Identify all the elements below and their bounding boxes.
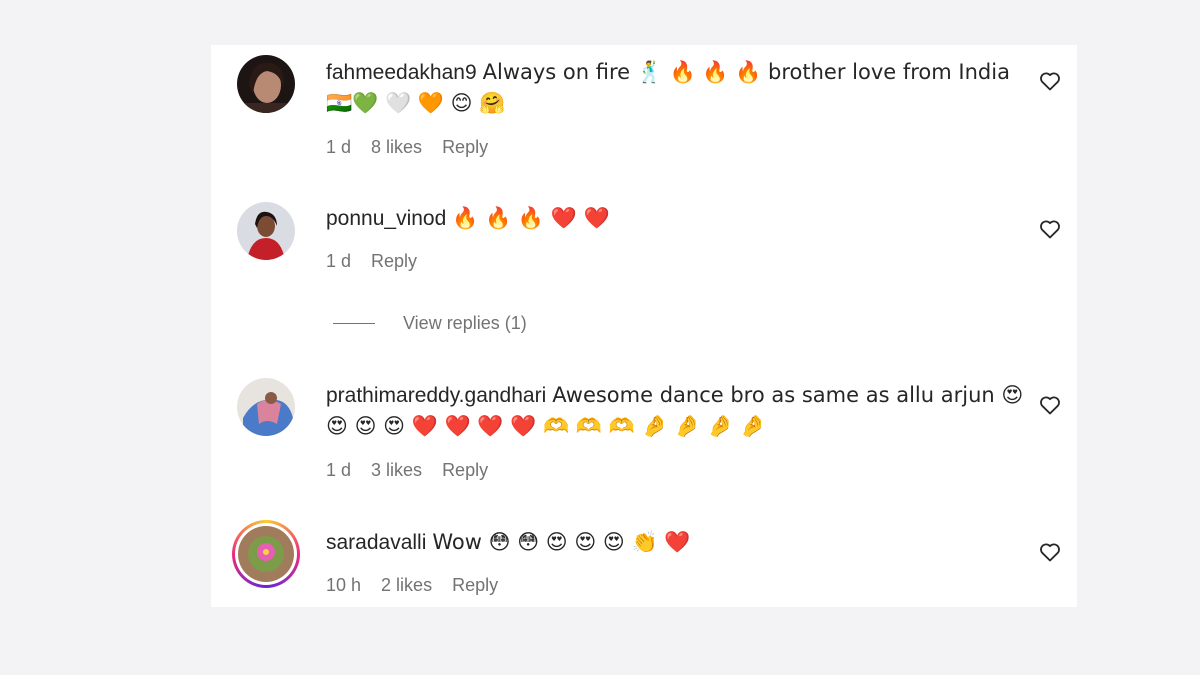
avatar — [235, 523, 297, 585]
comment-text: fahmeedakhan9 Always on fire 🕺 🔥 🔥 🔥 brot… — [326, 57, 1026, 119]
comment-username[interactable]: ponnu_vinod — [326, 207, 446, 230]
heart-outline-icon[interactable] — [1038, 540, 1062, 564]
reply-button[interactable]: Reply — [442, 460, 488, 481]
comment-likes[interactable]: 8 likes — [371, 137, 422, 158]
comment-text: saradavalli Wow 😳 😳 😍 😍 😍 👏 ❤️ — [326, 527, 1026, 558]
reply-button[interactable]: Reply — [452, 575, 498, 596]
view-replies-button[interactable]: View replies (1) — [333, 313, 527, 334]
comment-time: 1 d — [326, 137, 352, 157]
comment-text: ponnu_vinod 🔥 🔥 🔥 ❤️ ❤️ — [326, 203, 1026, 234]
comment-username[interactable]: prathimareddy.gandhari — [326, 384, 546, 407]
comment-body: Wow 😳 😳 😍 😍 😍 👏 ❤️ — [432, 530, 691, 554]
comment-body: 🔥 🔥 🔥 ❤️ ❤️ — [452, 206, 610, 230]
comment-meta: 1 d 3 likes Reply — [326, 460, 488, 481]
avatar[interactable] — [237, 55, 295, 113]
view-replies-divider — [333, 322, 375, 325]
comment-meta: 1 d 8 likes Reply — [326, 137, 488, 158]
comment-meta: 1 d Reply — [326, 251, 417, 272]
view-replies-label: View replies (1) — [403, 313, 527, 333]
comment-username[interactable]: saradavalli — [326, 531, 426, 554]
comment-likes[interactable]: 2 likes — [381, 575, 432, 596]
heart-outline-icon[interactable] — [1038, 217, 1062, 241]
comment-time: 10 h — [326, 575, 362, 595]
heart-outline-icon[interactable] — [1038, 69, 1062, 93]
reply-button[interactable]: Reply — [371, 251, 417, 272]
comment-time: 1 d — [326, 460, 352, 480]
comment-username[interactable]: fahmeedakhan9 — [326, 61, 477, 84]
comment-text: prathimareddy.gandhari Awesome dance bro … — [326, 380, 1026, 442]
comment-time: 1 d — [326, 251, 352, 271]
avatar[interactable] — [237, 378, 295, 436]
reply-button[interactable]: Reply — [442, 137, 488, 158]
comment-meta: 10 h 2 likes Reply — [326, 575, 498, 596]
avatar-story-ring[interactable] — [232, 520, 300, 588]
comment-likes[interactable]: 3 likes — [371, 460, 422, 481]
heart-outline-icon[interactable] — [1038, 393, 1062, 417]
avatar[interactable] — [237, 202, 295, 260]
comments-panel: fahmeedakhan9 Always on fire 🕺 🔥 🔥 🔥 brot… — [211, 45, 1077, 607]
